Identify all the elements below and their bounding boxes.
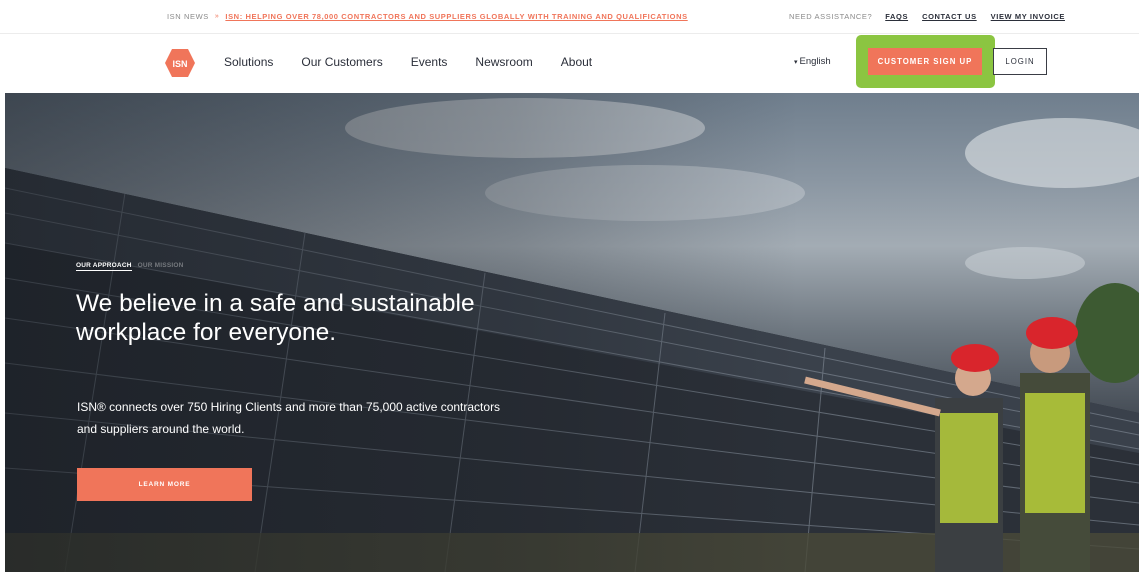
logo-text: ISN: [172, 59, 187, 69]
customer-sign-up-button[interactable]: CUSTOMER SIGN UP: [868, 48, 982, 75]
language-selector[interactable]: ▾ English: [794, 56, 831, 67]
tab-our-approach[interactable]: OUR APPROACH: [76, 262, 132, 271]
news-label: ISN NEWS: [167, 12, 209, 21]
caret-down-icon: ▾: [794, 59, 798, 66]
hero-banner: OUR APPROACH OUR MISSION We believe in a…: [5, 93, 1139, 572]
hero-headline: We believe in a safe and sustainable wor…: [76, 290, 475, 346]
primary-nav-links: Solutions Our Customers Events Newsroom …: [224, 55, 620, 69]
isn-hexagon-logo-icon: ISN: [165, 49, 195, 77]
login-button[interactable]: LOGIN: [993, 48, 1047, 75]
hero-description: ISN® connects over 750 Hiring Clients an…: [77, 400, 501, 436]
learn-more-button[interactable]: LEARN MORE: [77, 468, 252, 501]
hero-tabs: OUR APPROACH OUR MISSION: [76, 262, 184, 271]
isn-logo[interactable]: ISN: [164, 48, 196, 78]
contact-us-link[interactable]: CONTACT US: [922, 12, 977, 21]
news-headline-link[interactable]: ISN: HELPING OVER 78,000 CONTRACTORS AND…: [225, 12, 687, 21]
tab-our-mission[interactable]: OUR MISSION: [138, 262, 184, 271]
nav-solutions[interactable]: Solutions: [224, 55, 273, 69]
assistance-label: NEED ASSISTANCE?: [789, 12, 873, 21]
main-navigation: ISN Solutions Our Customers Events Newsr…: [0, 34, 1139, 93]
news-separator: »: [214, 13, 220, 20]
utility-bar: ISN NEWS » ISN: HELPING OVER 78,000 CONT…: [0, 0, 1139, 34]
nav-newsroom[interactable]: Newsroom: [475, 55, 532, 69]
language-label: English: [799, 56, 831, 67]
nav-our-customers[interactable]: Our Customers: [301, 55, 382, 69]
nav-about[interactable]: About: [561, 55, 592, 69]
view-invoice-link[interactable]: VIEW MY INVOICE: [991, 12, 1065, 21]
assistance-links: NEED ASSISTANCE? FAQS CONTACT US VIEW MY…: [789, 12, 1079, 21]
nav-events[interactable]: Events: [411, 55, 448, 69]
news-ticker: ISN NEWS » ISN: HELPING OVER 78,000 CONT…: [167, 12, 688, 21]
faqs-link[interactable]: FAQS: [885, 12, 908, 21]
